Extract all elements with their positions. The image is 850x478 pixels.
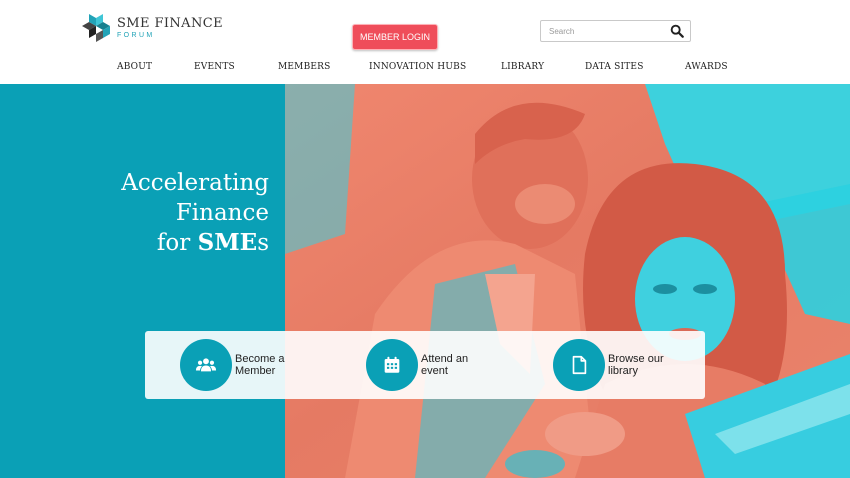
hero-headline: Accelerating Finance for SMEs: [80, 168, 269, 258]
headline-line-1: Accelerating: [121, 170, 269, 196]
cta-icon-circle: [553, 339, 605, 391]
nav-item-about[interactable]: ABOUT: [117, 62, 152, 72]
site-header: SME FINANCE FORUM MEMBER LOGIN ABOUT EVE…: [0, 0, 850, 84]
member-login-button[interactable]: MEMBER LOGIN: [352, 24, 438, 50]
cta-bar: Become a Member Attend an event Browse o…: [145, 331, 705, 399]
cta-label-line-2: event: [421, 365, 448, 377]
nav-item-awards[interactable]: AWARDS: [685, 62, 728, 72]
logo-name: SME FINANCE: [117, 16, 223, 31]
cta-label-line-1: Become a: [235, 353, 285, 365]
cta-icon-circle: [366, 339, 418, 391]
logo-text: SME FINANCE FORUM: [117, 16, 223, 40]
cta-label-line-2: Member: [235, 365, 276, 377]
main-nav: ABOUT EVENTS MEMBERS INNOVATION HUBS LIB…: [0, 62, 850, 76]
headline-line-2: Finance: [175, 200, 269, 226]
nav-item-innovation-hubs[interactable]: INNOVATION HUBS: [369, 62, 466, 72]
cta-label-line-1: Attend an: [421, 353, 469, 365]
cta-icon-circle: [180, 339, 232, 391]
hero-photo: [285, 84, 850, 478]
headline-line-3-suffix: s: [257, 230, 269, 256]
hero-banner: Accelerating Finance for SMEs Become a M…: [0, 84, 850, 478]
cta-label: Become a Member: [235, 353, 285, 377]
cta-label: Browse our library: [608, 353, 664, 377]
logo-subtitle: FORUM: [117, 32, 155, 39]
cta-label-line-2: library: [608, 365, 638, 377]
nav-item-data-sites[interactable]: DATA SITES: [585, 62, 644, 72]
search-box: [540, 20, 691, 42]
headline-line-3: for SMEs: [80, 228, 269, 258]
users-icon: [195, 358, 217, 372]
cta-label-line-1: Browse our: [608, 353, 664, 365]
cta-browse-library[interactable]: Browse our library: [553, 339, 664, 391]
nav-item-events[interactable]: EVENTS: [194, 62, 235, 72]
site-logo[interactable]: SME FINANCE FORUM: [80, 12, 223, 44]
search-icon[interactable]: [670, 24, 684, 38]
calendar-icon: [384, 356, 400, 373]
nav-item-library[interactable]: LIBRARY: [501, 62, 544, 72]
cta-become-member[interactable]: Become a Member: [180, 339, 285, 391]
logo-mark-icon: [82, 14, 110, 42]
nav-item-members[interactable]: MEMBERS: [278, 62, 331, 72]
cta-attend-event[interactable]: Attend an event: [366, 339, 468, 391]
cta-label: Attend an event: [421, 353, 468, 377]
search-input[interactable]: [541, 21, 667, 41]
headline-line-3-prefix: for: [156, 230, 198, 256]
document-icon: [572, 355, 587, 375]
headline-line-3-bold: SME: [197, 229, 258, 256]
